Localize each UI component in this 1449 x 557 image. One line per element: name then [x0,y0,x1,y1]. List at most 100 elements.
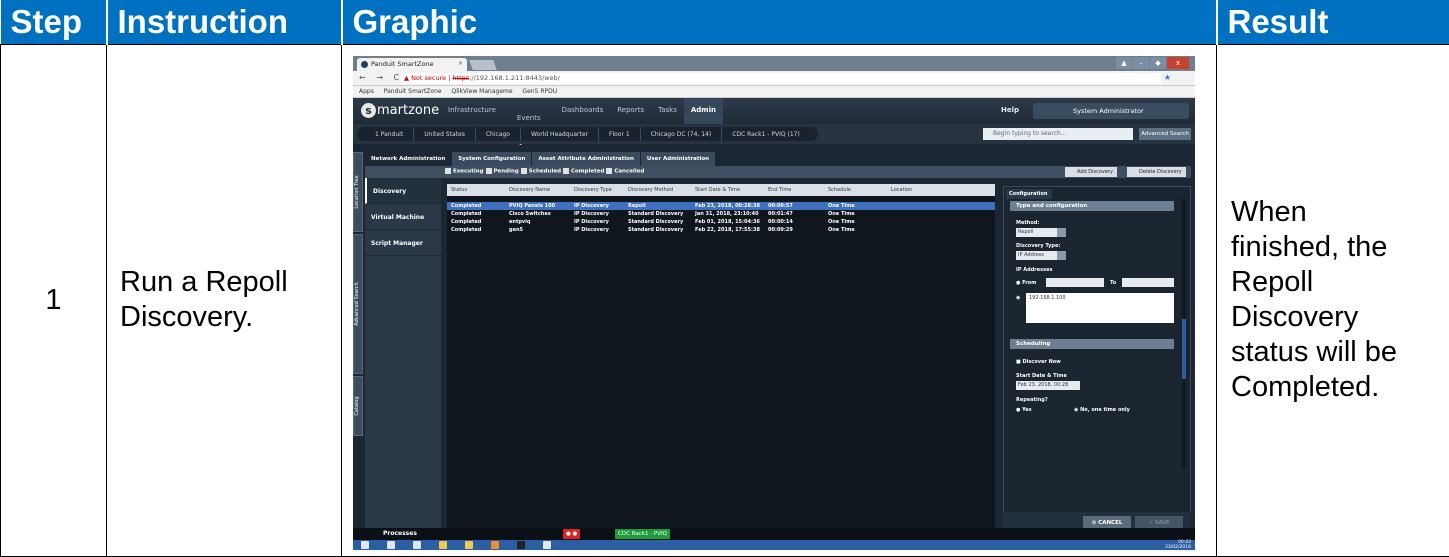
nav-infrastructure[interactable]: Infrastructure [441,98,503,124]
user-icon[interactable]: ▲ [1116,57,1132,69]
table-row[interactable]: CompletedentpviqIP DiscoveryStandard Dis… [447,218,995,226]
main-nav: Infrastructure Events1 Dashboards Report… [441,98,723,124]
method-select[interactable]: Repoll [1016,228,1066,237]
taskbar-app-icon[interactable] [543,541,551,549]
terminal-icon[interactable] [517,541,525,549]
bookmark-item[interactable]: QlikView Manageme [452,88,513,95]
column-header[interactable]: Location [887,184,947,196]
logo-text: martzone [377,103,439,118]
chrome-icon[interactable] [465,541,473,549]
tab-configuration[interactable]: Configuration [1006,189,1052,199]
firefox-icon[interactable] [491,541,499,549]
bookmark-star-icon[interactable]: ★ [1164,73,1171,82]
result-line: Repoll [1231,265,1441,300]
taskbar-app-icon[interactable] [387,541,395,549]
table-row[interactable]: CompletedCisco SwitchesIP DiscoveryStand… [447,210,995,218]
ip-list-field[interactable]: 192.168.1.100 [1026,293,1174,323]
scheduling-section[interactable]: Scheduling [1010,339,1174,349]
tab-user-administration[interactable]: User Administration [641,152,715,166]
restore-button[interactable]: ◆ [1150,57,1166,69]
add-discovery-button[interactable]: Add Discovery [1065,167,1117,177]
tab-network-administration[interactable]: Network Administration [365,152,451,166]
tab-system-configuration[interactable]: System Configuration [452,152,531,166]
table-row[interactable]: Completedgen5IP DiscoveryStandard Discov… [447,226,995,234]
help-button[interactable]: Help [1001,106,1019,114]
table-row[interactable]: CompletedPVIQ Panels 100IP DiscoveryRepo… [447,202,995,210]
column-header[interactable]: Discovery Type [570,184,624,196]
repeat-yes-radio[interactable]: ● Yes [1016,407,1032,413]
advanced-search-button[interactable]: Advanced Search [1139,128,1191,140]
ip-list-radio[interactable]: ◉ [1016,295,1020,301]
filter-label: Scheduled [529,168,561,174]
scrollbar-thumb[interactable] [1182,319,1186,379]
process-tab[interactable]: CDC Rack1 - PVIQ [615,529,670,539]
procedure-table: Step Instruction Graphic Result 1 Run a … [0,0,1449,557]
smartzone-logo: smartzone [361,103,439,119]
header-graphic: Graphic [342,0,1217,44]
bookmark-item[interactable]: Apps [359,88,374,95]
folder-icon[interactable] [439,541,447,549]
breadcrumb-item[interactable]: Floor 1 [599,127,641,141]
breadcrumb-item[interactable]: World Headquarter [521,127,599,141]
bookmark-item[interactable]: Gen5 RPDU [522,88,557,95]
discovery-type-select[interactable]: IP Address [1016,251,1066,260]
taskbar-app-icon[interactable] [413,541,421,549]
column-header[interactable]: Status [447,184,505,196]
column-header[interactable]: Schedule [824,184,887,196]
search-input[interactable]: Begin typing to search... [983,128,1133,140]
new-tab-button[interactable] [469,60,497,70]
delete-discovery-button[interactable]: Delete Discovery [1127,167,1186,177]
filter-checkbox[interactable] [606,168,612,174]
type-config-section[interactable]: Type and configuration [1010,201,1174,211]
breadcrumb-item[interactable]: Chicago [476,127,521,141]
browser-tab-strip: Panduit SmartZone × ▲ – ◆ x [353,56,1195,71]
config-scrollbar[interactable] [1182,199,1186,469]
nav-dashboards[interactable]: Dashboards [555,98,611,124]
repeat-no-radio[interactable]: ◉ No, one time only [1074,407,1130,413]
column-header[interactable]: Discovery Method [624,184,691,196]
tab-close-icon[interactable]: × [458,60,463,67]
bookmark-item[interactable]: Panduit SmartZone [384,88,442,95]
breadcrumb-item[interactable]: CDC Rack1 - PVIQ (17) [722,127,810,141]
left-nav-script-manager[interactable]: Script Manager [365,230,441,256]
close-window-button[interactable]: x [1167,57,1189,69]
filter-checkbox[interactable] [445,168,451,174]
column-header[interactable]: Start Date & Time [691,184,764,196]
start-icon[interactable] [361,541,369,549]
advanced-search-tab[interactable]: Advanced Search [353,234,363,374]
nav-buttons[interactable]: ← → C [359,73,403,82]
method-label: Method: [1016,220,1039,226]
instruction-line: Run a Repoll [120,265,331,300]
breadcrumb-item[interactable]: United States [414,127,476,141]
filter-checkbox[interactable] [486,168,492,174]
result-line: finished, the [1231,230,1441,265]
from-ip-field[interactable] [1046,278,1104,287]
start-date-label: Start Date & Time [1016,373,1067,379]
start-date-field[interactable]: Feb 23, 2018, 00:28 [1016,381,1080,390]
result-line: When [1231,195,1441,230]
nav-reports[interactable]: Reports [610,98,651,124]
breadcrumb-item[interactable]: Chicago DC (74, 14) [641,127,723,141]
discover-now-checkbox[interactable]: ■ Discover Now [1016,359,1061,365]
process-item[interactable]: ● ● [563,529,580,539]
column-header[interactable]: Discovery Name [505,184,570,196]
left-nav-virtual-machine[interactable]: Virtual Machine [365,204,441,230]
header-instruction: Instruction [107,0,342,44]
location-tree-tab[interactable]: Location Tree [353,152,363,232]
browser-tab[interactable]: Panduit SmartZone × [357,58,467,71]
filter-checkbox[interactable] [521,168,527,174]
filter-checkbox[interactable] [563,168,569,174]
nav-events[interactable]: Events1 [503,98,555,124]
catalog-tab[interactable]: Catalog [353,376,363,436]
minimize-button[interactable]: – [1133,57,1149,69]
breadcrumb-item[interactable]: 1 Panduit [365,127,414,141]
left-nav-discovery[interactable]: Discovery [365,178,441,204]
nav-admin[interactable]: Admin [684,98,723,124]
from-radio[interactable]: ● From [1016,280,1036,286]
tab-asset-attribute-administration[interactable]: Asset Attribute Administration [532,152,639,166]
to-ip-field[interactable] [1122,278,1174,287]
url-field[interactable]: ▲ Not secure | https://192.168.1.211:844… [401,73,1161,84]
column-header[interactable]: End Time [764,184,824,196]
nav-tasks[interactable]: Tasks [651,98,684,124]
user-menu[interactable]: System Administrator [1033,103,1189,119]
